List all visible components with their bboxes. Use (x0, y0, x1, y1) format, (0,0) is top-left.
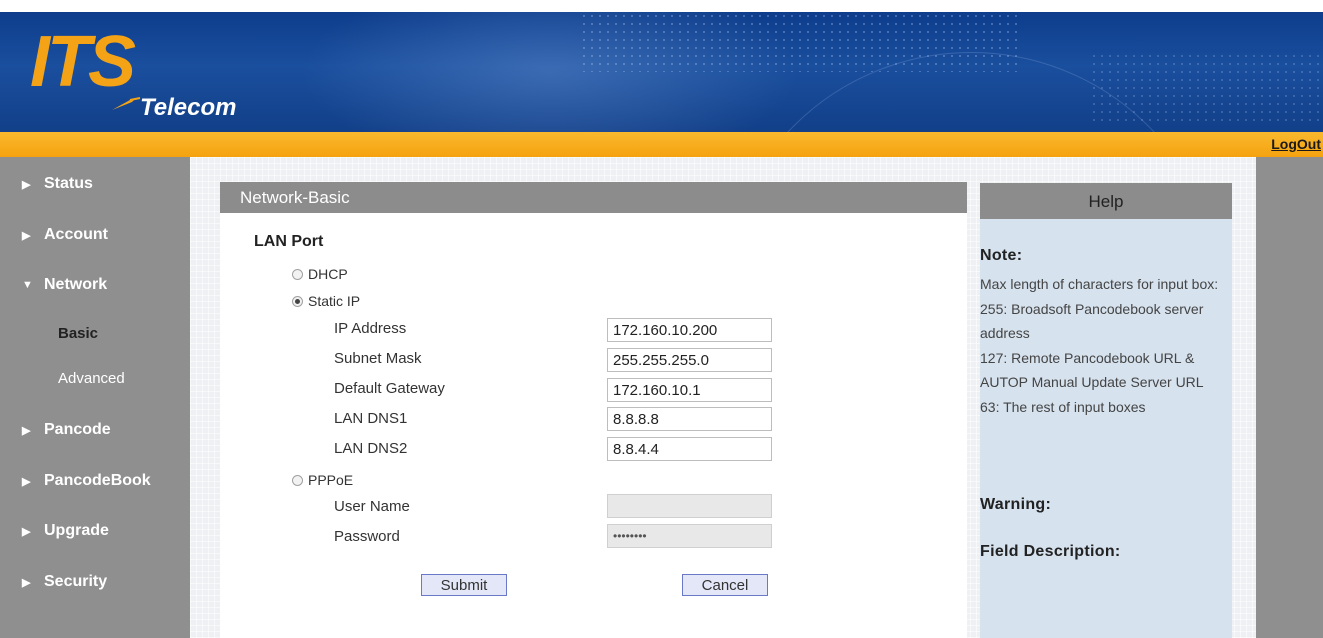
chevron-right-icon: ▶ (22, 425, 31, 437)
logout-link[interactable]: LogOut (1271, 136, 1321, 152)
help-title: Help (1088, 192, 1124, 211)
user-name-input[interactable] (607, 494, 772, 518)
sidebar-item-label: Security (44, 573, 108, 590)
chevron-right-icon: ▶ (22, 577, 31, 589)
sidebar-item-label: Network (44, 276, 108, 293)
panel-header: Network-Basic (220, 182, 967, 213)
chevron-right-icon: ▶ (22, 230, 31, 242)
help-panel: Help Note: Max length of characters for … (980, 183, 1232, 638)
section-title-lan-port: LAN Port (254, 233, 324, 250)
password-label: Password (334, 528, 400, 545)
sidebar-item-pancode[interactable]: ▶ Pancode (0, 419, 190, 459)
default-gateway-input[interactable] (607, 378, 772, 402)
sidebar-subitem-basic[interactable]: Basic (0, 325, 190, 355)
right-margin (1256, 157, 1323, 638)
logo-swoosh-icon (112, 97, 141, 110)
sidebar-item-network[interactable]: ▼ Network (0, 274, 190, 314)
user-name-label: User Name (334, 498, 410, 515)
lan-dns2-label: LAN DNS2 (334, 440, 408, 457)
sidebar-item-status[interactable]: ▶ Status (0, 173, 190, 213)
network-basic-panel: Network-Basic LAN Port DHCP Static IP IP… (220, 182, 967, 638)
lan-dns1-label: LAN DNS1 (334, 410, 408, 427)
help-warning-heading: Warning: (980, 496, 1052, 513)
chevron-right-icon: ▶ (22, 179, 31, 191)
sidebar-item-account[interactable]: ▶ Account (0, 224, 190, 264)
chevron-down-icon: ▼ (22, 279, 33, 291)
sidebar-item-label: PancodeBook (44, 472, 151, 489)
header-banner: ITS Telecom (0, 12, 1323, 132)
sidebar-subitem-advanced[interactable]: Advanced (0, 370, 190, 400)
help-note-line: 127: Remote Pancodebook URL & AUTOP Manu… (980, 349, 1204, 391)
ip-address-label: IP Address (334, 320, 407, 337)
sidebar-item-upgrade[interactable]: ▶ Upgrade (0, 520, 190, 560)
logo-its: ITS (30, 22, 136, 102)
help-note-line: 255: Broadsoft Pancodebook server addres… (980, 300, 1204, 342)
help-note-heading: Note: (980, 247, 1023, 264)
sidebar-item-pancodebook[interactable]: ▶ PancodeBook (0, 470, 190, 510)
sidebar-item-label: Pancode (44, 421, 111, 438)
dhcp-radio[interactable] (292, 269, 303, 280)
help-header: Help (980, 183, 1232, 219)
pppoe-label: PPPoE (308, 472, 354, 488)
chevron-right-icon: ▶ (22, 526, 31, 538)
help-note-line: 63: The rest of input boxes (980, 398, 1146, 415)
chevron-right-icon: ▶ (22, 476, 31, 488)
static-ip-radio[interactable] (292, 296, 303, 307)
lan-dns1-input[interactable] (607, 407, 772, 431)
default-gateway-label: Default Gateway (334, 380, 445, 397)
sidebar-subitem-label: Basic (58, 325, 99, 342)
help-field-description-heading: Field Description: (980, 543, 1121, 560)
help-note-line: Max length of characters for input box: (980, 276, 1219, 292)
sidebar-item-label: Upgrade (44, 522, 109, 539)
sidebar-subitem-label: Advanced (58, 370, 125, 387)
top-bar: LogOut (0, 132, 1323, 157)
panel-title: Network-Basic (240, 188, 350, 207)
sidebar-item-security[interactable]: ▶ Security (0, 571, 190, 611)
dhcp-label: DHCP (308, 266, 348, 282)
lan-dns2-input[interactable] (607, 437, 772, 461)
subnet-mask-input[interactable] (607, 348, 772, 372)
ip-address-input[interactable] (607, 318, 772, 342)
static-ip-label: Static IP (308, 293, 361, 309)
cancel-button[interactable]: Cancel (682, 574, 768, 596)
logo-telecom: Telecom (140, 94, 237, 121)
password-input[interactable] (607, 524, 772, 548)
sidebar: ▶ Status ▶ Account ▼ Network Basic Advan… (0, 157, 190, 638)
sidebar-item-label: Status (44, 175, 93, 192)
sidebar-item-label: Account (44, 226, 108, 243)
pppoe-radio[interactable] (292, 475, 303, 486)
subnet-mask-label: Subnet Mask (334, 350, 422, 367)
help-note-text: Max length of characters for input box: … (980, 272, 1228, 419)
submit-button[interactable]: Submit (421, 574, 507, 596)
